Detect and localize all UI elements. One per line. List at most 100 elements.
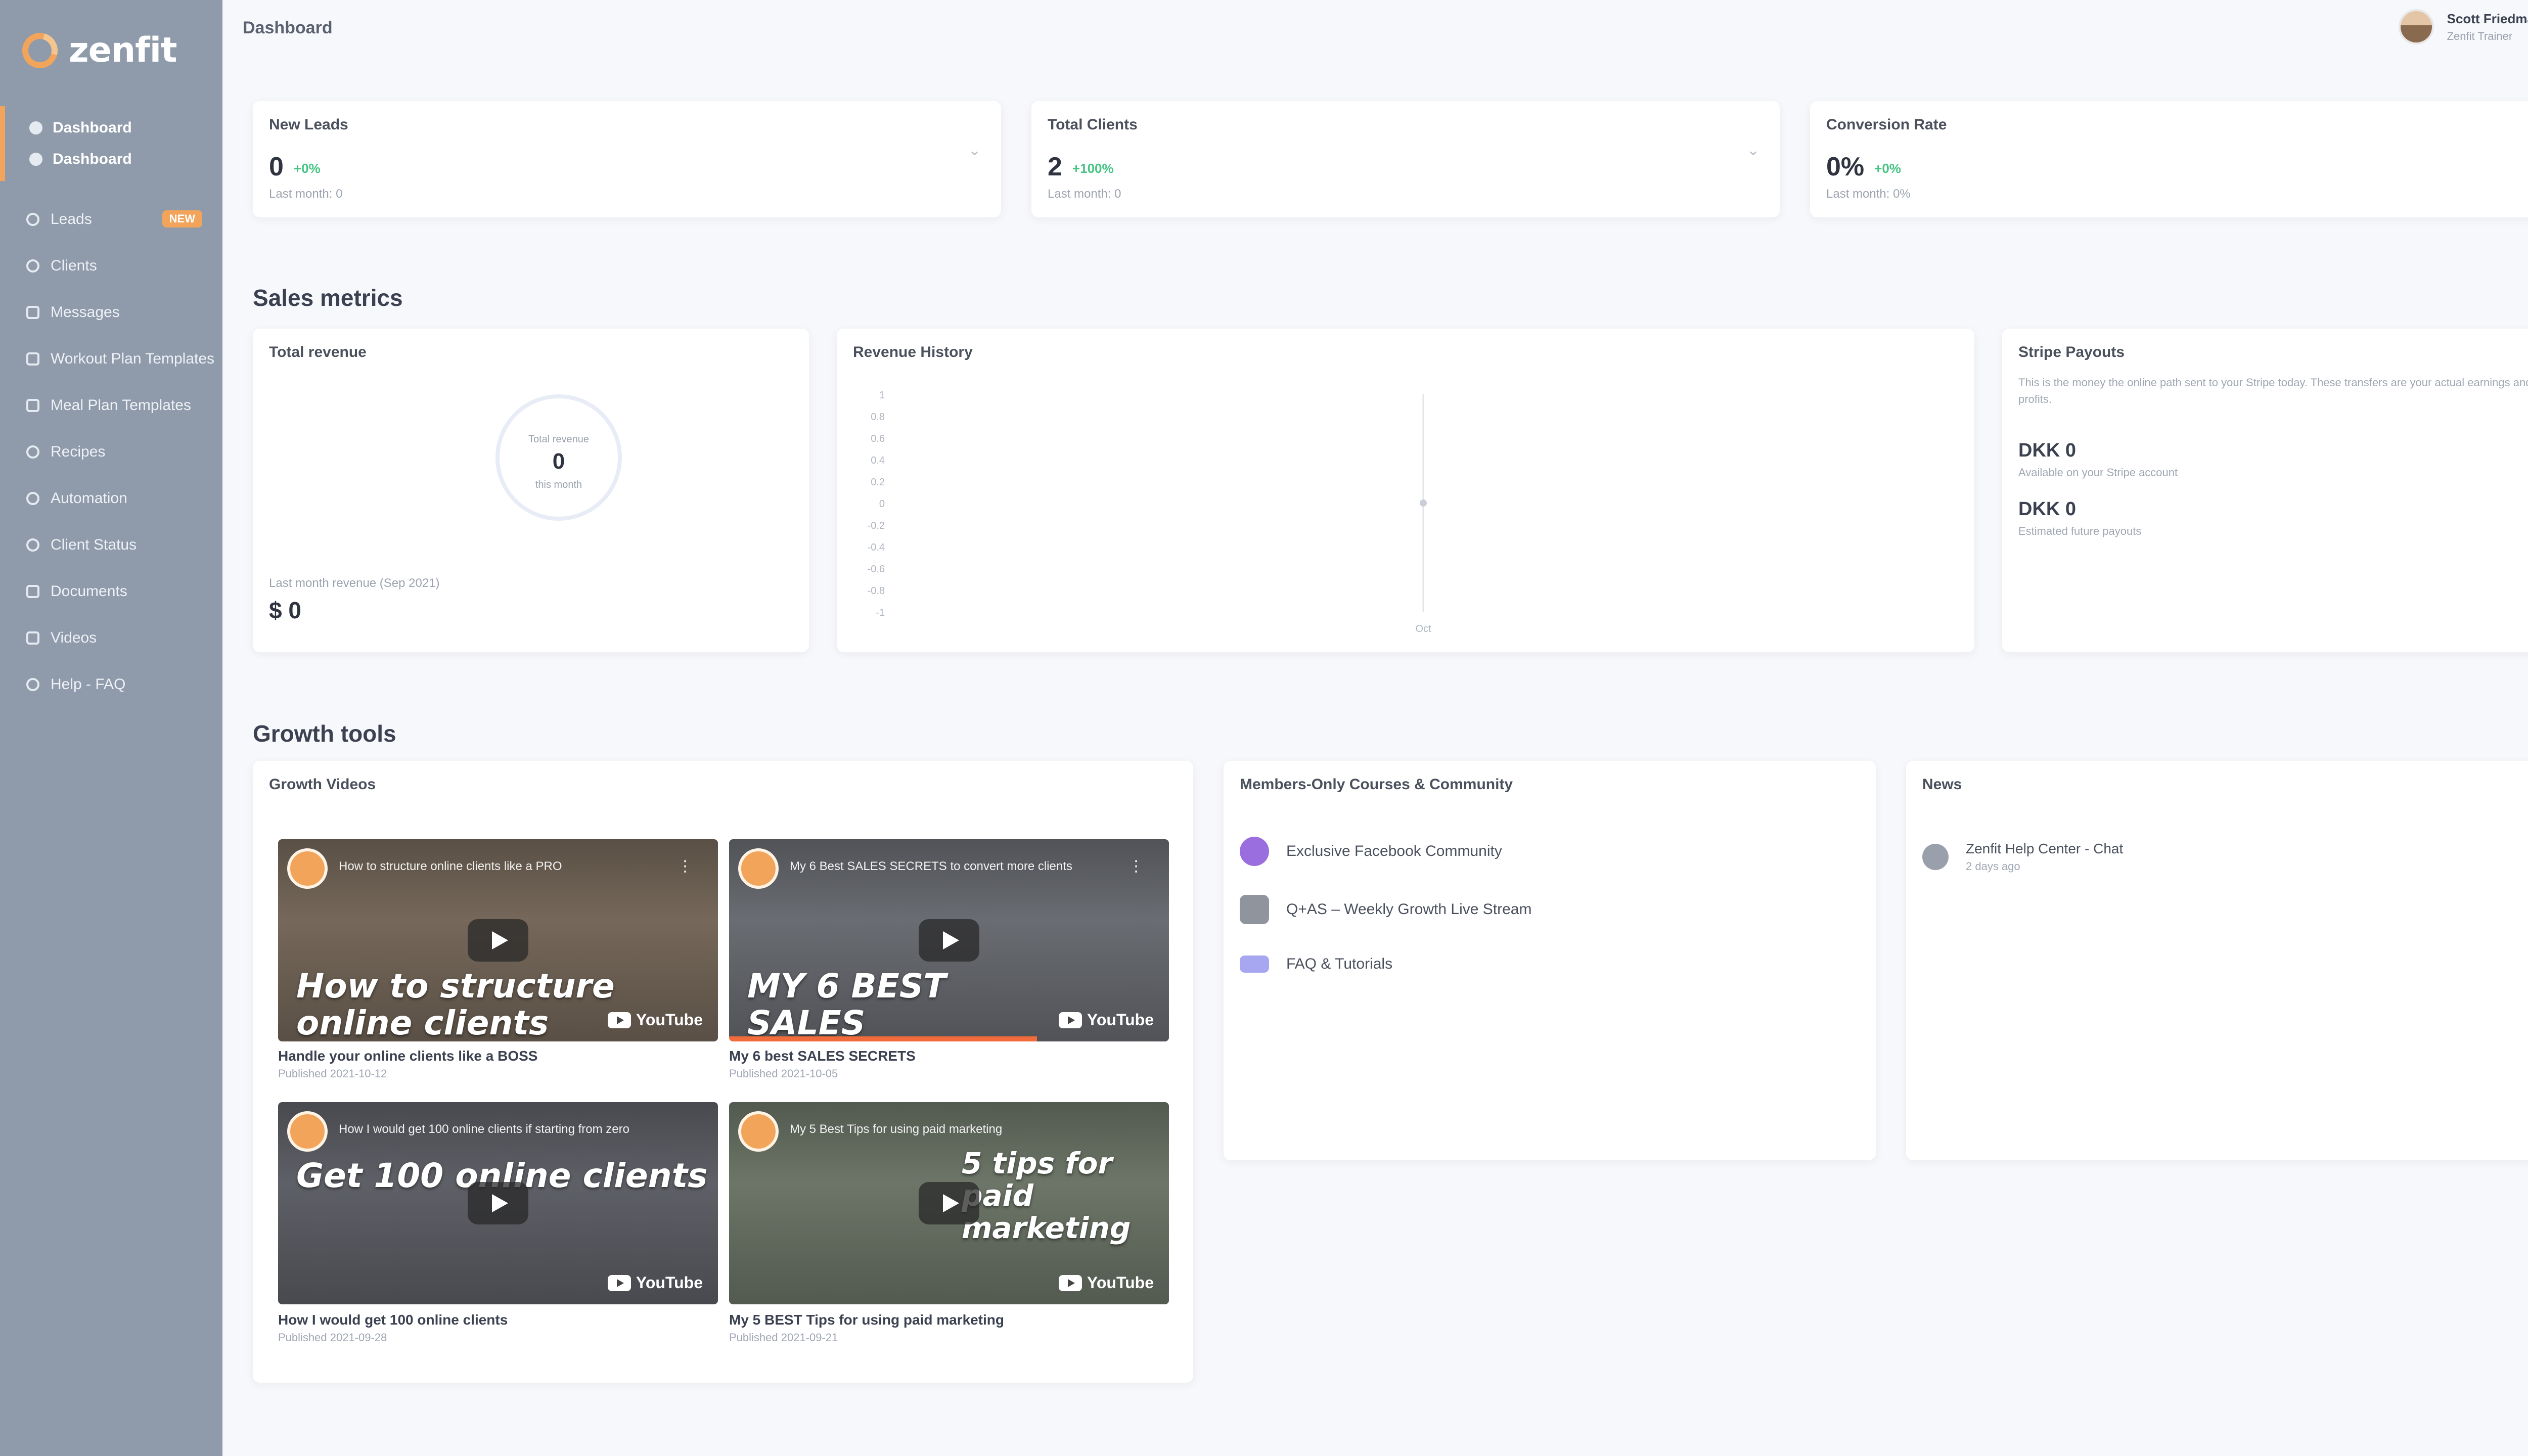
card-title: Stripe Payouts [2018, 344, 2125, 360]
video-date: Published 2021-10-12 [278, 1067, 387, 1080]
sidebar-item-automation[interactable]: Automation [0, 475, 222, 522]
video-top-title: My 5 Best Tips for using paid marketing [790, 1122, 1003, 1136]
section-title-growth: Growth tools [253, 720, 396, 747]
sidebar-item-dashboard[interactable]: Dashboard [29, 112, 222, 144]
card-title: News [1922, 776, 1962, 793]
sidebar-item-clients[interactable]: Clients [0, 243, 222, 289]
courses-card: Members-Only Courses & Community Exclusi… [1224, 761, 1876, 1160]
revenue-history-chart: 1 0.8 0.6 0.4 0.2 0 -0.2 -0.4 -0.6 -0.8 -1 Oct [868, 390, 1431, 634]
stat-title: Conversion Rate [1826, 116, 1947, 133]
user-info: Scott Friedman Zenfit Trainer [2447, 11, 2528, 43]
play-icon[interactable] [919, 919, 979, 962]
stat-delta: +0% [1874, 160, 1901, 176]
dashboard-icon [29, 153, 42, 166]
video-top-title: How I would get 100 online clients if st… [339, 1122, 629, 1136]
ring-value: 0 [552, 449, 565, 474]
stat-value: 0% +0% [1826, 152, 1901, 182]
play-icon[interactable] [919, 1182, 979, 1224]
revenue-ring: Total revenue 0 this month [495, 394, 622, 521]
sidebar-item-documents[interactable]: Documents [0, 568, 222, 615]
top-header: Dashboard Scott Friedman Zenfit Trainer … [222, 0, 2528, 56]
dashboard-icon [29, 121, 42, 134]
logo[interactable]: zenfit [16, 26, 177, 75]
sidebar-item-label: Leads [51, 211, 92, 228]
play-icon[interactable] [468, 919, 528, 962]
sidebar-item-label: Workout Plan Templates [51, 350, 215, 367]
phone-icon [26, 492, 39, 505]
sidebar-item-videos[interactable]: Videos [0, 615, 222, 661]
video-thumbnail[interactable]: How I would get 100 online clients if st… [278, 1102, 718, 1304]
card-title: Members-Only Courses & Community [1240, 776, 1513, 793]
sidebar-item-workout-templates[interactable]: Workout Plan Templates [0, 336, 222, 382]
sidebar-item-label: Videos [51, 629, 97, 646]
sidebar-item-client-status[interactable]: Client Status [0, 522, 222, 568]
y-tick-label: -0.4 [868, 542, 885, 553]
y-tick-label: -1 [876, 607, 885, 618]
help-icon [26, 678, 39, 691]
course-item-facebook[interactable]: Exclusive Facebook Community [1240, 837, 1502, 866]
youtube-icon [607, 1275, 631, 1291]
new-badge: NEW [162, 210, 202, 228]
sidebar-item-messages[interactable]: Messages [0, 289, 222, 336]
video-title[interactable]: My 6 best SALES SECRETS [729, 1048, 916, 1064]
course-item-label: Exclusive Facebook Community [1286, 843, 1502, 859]
stat-value: 0 +0% [269, 152, 321, 182]
y-tick-label: 0.2 [871, 477, 885, 488]
youtube-logo: YouTube [607, 1011, 703, 1029]
video-caption: How to structure online clients [296, 967, 615, 1041]
stat-value: 2 +100% [1048, 152, 1114, 182]
news-item[interactable]: Zenfit Help Center - Chat 2 days ago [1922, 841, 2123, 873]
video-thumbnail[interactable]: How to structure online clients like a P… [278, 839, 718, 1041]
video-date: Published 2021-10-05 [729, 1067, 838, 1080]
video-top-title: My 6 Best SALES SECRETS to convert more … [790, 859, 1072, 873]
video-thumbnail[interactable]: My 5 Best Tips for using paid marketing … [729, 1102, 1169, 1304]
course-item-livestream[interactable]: Q+AS – Weekly Growth Live Stream [1240, 895, 1531, 924]
video-caption: 5 tips for paid marketing [962, 1146, 1131, 1245]
video-date: Published 2021-09-28 [278, 1331, 387, 1344]
stripe-estimated-value: DKK 0 [2018, 498, 2076, 520]
youtube-logo: YouTube [1058, 1011, 1154, 1029]
stat-card-conversion-rate[interactable]: Conversion Rate 0% +0% Last month: 0% ⌄ [1810, 101, 2528, 217]
video-title[interactable]: My 5 BEST Tips for using paid marketing [729, 1312, 1004, 1328]
sidebar-item-recipes[interactable]: Recipes [0, 429, 222, 475]
sidebar-item-label: Help - FAQ [51, 676, 126, 693]
course-item-faq[interactable]: FAQ & Tutorials [1240, 956, 1392, 973]
logo-text: zenfit [69, 30, 177, 70]
news-card: News Zenfit Help Center - Chat 2 days ag… [1906, 761, 2528, 1160]
sidebar-nav: Dashboard Dashboard Leads NEW Clients Me… [0, 106, 222, 708]
youtube-icon [1058, 1275, 1082, 1291]
avatar [2398, 9, 2434, 44]
document-icon [26, 352, 39, 366]
video-icon [26, 631, 39, 645]
stat-title: New Leads [269, 116, 348, 133]
more-icon[interactable]: ⋮ [678, 857, 693, 875]
x-tick-label: Oct [1415, 623, 1431, 634]
y-tick-label: -0.6 [868, 564, 885, 575]
card-title: Total revenue [269, 344, 367, 360]
stat-card-total-clients[interactable]: Total Clients 2 +100% Last month: 0 ⌄ [1031, 101, 1780, 217]
stat-card-new-leads[interactable]: New Leads 0 +0% Last month: 0 ⌄ [253, 101, 1001, 217]
stat-delta: +0% [293, 160, 321, 176]
play-icon[interactable] [468, 1182, 528, 1224]
video-thumbnail[interactable]: My 6 Best SALES SECRETS to convert more … [729, 839, 1169, 1041]
youtube-logo: YouTube [607, 1273, 703, 1292]
video-title[interactable]: Handle your online clients like a BOSS [278, 1048, 537, 1064]
video-title[interactable]: How I would get 100 online clients [278, 1312, 508, 1328]
data-point[interactable] [1420, 499, 1427, 507]
sidebar-item-label: Dashboard [53, 119, 132, 136]
youtube-icon [1058, 1012, 1082, 1028]
section-title-sales: Sales metrics [253, 285, 403, 311]
stripe-available-label: Available on your Stripe account [2018, 466, 2178, 479]
sidebar-item-label: Meal Plan Templates [51, 397, 191, 414]
sidebar-item-leads[interactable]: Leads NEW [0, 196, 222, 243]
sidebar-subitem-dashboard[interactable]: Dashboard [29, 144, 222, 175]
sidebar-item-help[interactable]: Help - FAQ [0, 661, 222, 708]
y-tick-label: -0.2 [868, 520, 885, 531]
stripe-payouts-card: Stripe Payouts This is the money the onl… [2002, 329, 2528, 652]
sidebar-item-meal-templates[interactable]: Meal Plan Templates [0, 382, 222, 429]
more-icon[interactable]: ⋮ [1128, 857, 1144, 875]
video-top-title: How to structure online clients like a P… [339, 859, 562, 873]
video-caption: MY 6 BEST SALES SECRETS [747, 967, 946, 1041]
sidebar: zenfit Dashboard Dashboard Leads NEW Cli… [0, 0, 222, 1456]
user-menu[interactable]: Scott Friedman Zenfit Trainer ⌄ [2398, 9, 2528, 44]
